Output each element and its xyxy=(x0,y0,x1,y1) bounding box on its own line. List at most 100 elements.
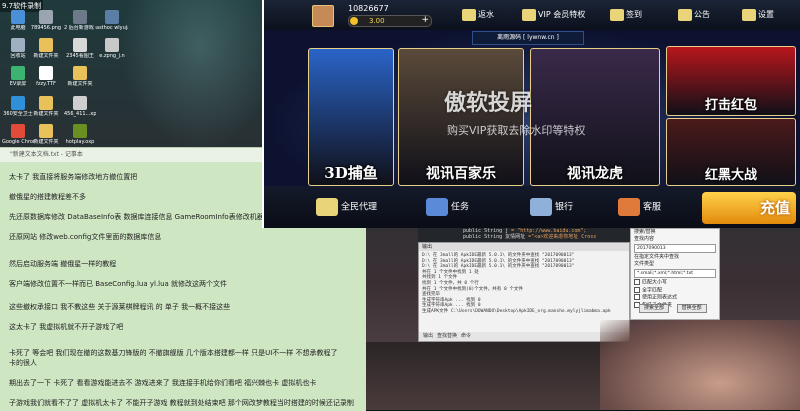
game-card-label: 3D捕鱼 xyxy=(324,164,378,182)
game-top-bar: 10826677 3.00 + 返水 VIP 会员特权 签到 公告 设置 xyxy=(264,0,800,30)
desktop-icon[interactable]: 新建文件夹 xyxy=(64,66,96,87)
bottom-menu-button[interactable]: 全民代理 xyxy=(316,198,377,216)
file-type-input[interactable]: *.smali;*.xml;*.html;*.txt xyxy=(634,269,716,278)
wallpaper-glow xyxy=(120,0,280,150)
desktop-icon-label: 456_411...xp xyxy=(64,111,96,117)
output-tab[interactable]: 查找替换 xyxy=(437,333,457,339)
desktop-icon-label: fzzy.TTF xyxy=(36,81,56,87)
notepad-line: 这些撤权承接口 我不教这些 关于源莱棋牌程讯 的 单子 我一概不接这些 xyxy=(9,303,231,311)
coin-balance: 3.00 xyxy=(369,17,385,25)
bottom-menu-label: 任务 xyxy=(451,202,470,213)
notepad-line: 撤俄星的搭建教程差不多 xyxy=(9,193,86,201)
add-coins-button[interactable]: + xyxy=(421,15,429,25)
file-icon xyxy=(39,96,53,110)
game-card-label: 打击红包 xyxy=(704,98,757,113)
game-card[interactable]: 视讯龙虎 xyxy=(530,48,660,186)
game-bottom-bar: 全民代理 任务 银行 客服 充值 xyxy=(264,186,800,228)
desktop-icon[interactable]: 新建文件夹 xyxy=(30,38,62,59)
desktop-icon[interactable]: 新建文件夹 xyxy=(30,124,62,145)
find-panel-title: 搜索/替换 xyxy=(634,229,656,235)
find-label: 查找内容 xyxy=(634,236,655,242)
scope-label: 在指定文件夹中查找 xyxy=(634,254,680,260)
recharge-label: 充值 xyxy=(759,199,790,217)
game-card[interactable]: 红黑大战 xyxy=(666,118,796,186)
top-menu-button[interactable]: 设置 xyxy=(742,6,774,24)
find-option[interactable]: 匹配大小写 xyxy=(631,279,719,287)
code-line: public String 友情网址 ="<a>欢迎来虐你地址 Cross xyxy=(463,234,597,240)
file-icon xyxy=(11,96,25,110)
find-option[interactable]: 全字匹配 xyxy=(631,286,719,295)
user-id: 10826677 xyxy=(348,4,389,13)
bottom-menu-label: 全民代理 xyxy=(341,202,378,213)
top-menu-button[interactable]: VIP 会员特权 xyxy=(522,6,585,24)
top-menu-label: 返水 xyxy=(478,10,494,19)
checkbox[interactable] xyxy=(634,286,640,293)
output-panel-title: 输出 xyxy=(419,243,629,251)
menu-icon xyxy=(610,8,624,21)
notepad-line: 子游戏我们就看不了了 虚拟机太卡了 不能开子游戏 教程就到处结束吧 那个网改梦教… xyxy=(9,399,354,407)
file-icon xyxy=(39,124,53,138)
bottom-menu-label: 客服 xyxy=(643,202,662,213)
game-card[interactable]: 3D捕鱼 xyxy=(308,48,394,186)
bottom-menu-label: 银行 xyxy=(555,202,574,213)
desktop-icon-label: 2345看图王 xyxy=(66,53,94,59)
game-card[interactable]: 视讯百家乐 xyxy=(398,48,524,186)
menu-icon xyxy=(618,198,640,216)
output-line: 生成APK文件 C:\Users\DOWANDO\Desktop\ApkIDE_… xyxy=(422,308,611,314)
find-option[interactable]: 使用正则表达式 xyxy=(631,294,719,302)
top-menu-button[interactable]: 返水 xyxy=(462,6,494,24)
search-all-button[interactable]: 搜索全部 xyxy=(639,304,670,313)
notepad-line: 客户端修改位置不一样而已 BaseConfig.lua yl.lua 就修改这两… xyxy=(9,280,228,288)
file-type-label: 文件类型 xyxy=(634,261,655,267)
desktop-icon-label: 2 后台新游戏 crg.mansho xyxy=(64,25,96,31)
desktop-icon-label: 789456.png xyxy=(30,25,62,31)
find-replace-panel[interactable]: 搜索/替换 查找内容 2017090013 在指定文件夹中查找 文件类型 *.s… xyxy=(630,228,720,320)
file-icon xyxy=(11,124,25,138)
menu-icon xyxy=(522,8,536,21)
game-card-label: 视讯龙虎 xyxy=(567,166,623,182)
game-card[interactable]: 打击红包 xyxy=(666,46,796,116)
file-icon xyxy=(105,38,119,52)
desktop-icon[interactable]: fzzy.TTF xyxy=(30,66,62,87)
desktop-icon-label: asthoc wlyujan... xyxy=(96,25,128,31)
replace-all-button[interactable]: 替换全部 xyxy=(676,304,707,313)
desktop-icon[interactable]: 新建文件夹 xyxy=(30,96,62,117)
top-menu-label: 公告 xyxy=(694,10,710,19)
menu-icon xyxy=(742,8,756,21)
coin-icon xyxy=(350,17,358,25)
file-icon xyxy=(73,38,87,52)
output-panel[interactable]: 输出 D:\ 在 3mall的 ApkIDE最新 5.0.1\ 的文件夹中查找 … xyxy=(418,242,630,342)
file-icon xyxy=(73,10,87,24)
code-editor-strip[interactable]: public String j = "http://www.baidu.com"… xyxy=(418,228,630,242)
menu-icon xyxy=(426,198,448,216)
notepad-line: 卡的很人 xyxy=(9,359,37,367)
output-tab[interactable]: 命令 xyxy=(461,333,471,339)
find-input[interactable]: 2017090013 xyxy=(634,244,716,253)
game-card-label: 红黑大战 xyxy=(704,168,757,183)
bottom-menu-button[interactable]: 银行 xyxy=(530,198,573,216)
menu-icon xyxy=(678,8,692,21)
desktop-icon-label: 新建文件夹 xyxy=(33,139,59,145)
notepad-line: 卡死了 等会吧 我们现在撤的这数基刀锋版的 不撤旗舰版 几个版本搭建都一样 只是… xyxy=(9,349,338,357)
top-menu-button[interactable]: 签到 xyxy=(610,6,642,24)
desktop-icon[interactable]: hotplay.oxp xyxy=(64,124,96,145)
recharge-button[interactable]: 充值 xyxy=(702,192,796,224)
bottom-menu-button[interactable]: 任务 xyxy=(426,198,469,216)
checkbox[interactable] xyxy=(634,279,640,285)
notepad-line: 还原网站 修改web.config文件里面的数据库信息 xyxy=(9,233,162,241)
watermark-title: 傲软投屏 xyxy=(444,91,533,116)
avatar[interactable] xyxy=(312,5,334,27)
checkbox[interactable] xyxy=(634,294,640,300)
output-tab[interactable]: 输出 xyxy=(423,333,433,339)
bottom-menu-button[interactable]: 客服 xyxy=(618,198,661,216)
file-icon xyxy=(39,10,53,24)
desktop-icon[interactable]: 2 后台新游戏 crg.mansho xyxy=(64,10,96,31)
desktop-icon[interactable]: 2345看图王 xyxy=(64,38,96,59)
desktop-icon[interactable]: e.zpng_j.n xyxy=(96,38,128,59)
desktop-icon[interactable]: asthoc wlyujan... xyxy=(96,10,128,31)
top-menu-button[interactable]: 公告 xyxy=(678,6,710,24)
desktop-icon[interactable]: 456_411...xp xyxy=(64,96,96,117)
output-log: D:\ 在 3mall的 ApkIDE最新 5.0.1\ 的文件夹中查找 "20… xyxy=(419,251,629,333)
desktop-icon[interactable]: 789456.png xyxy=(30,10,62,31)
game-window[interactable]: 10826677 3.00 + 返水 VIP 会员特权 签到 公告 设置 离雨源码 [ … xyxy=(262,0,800,228)
